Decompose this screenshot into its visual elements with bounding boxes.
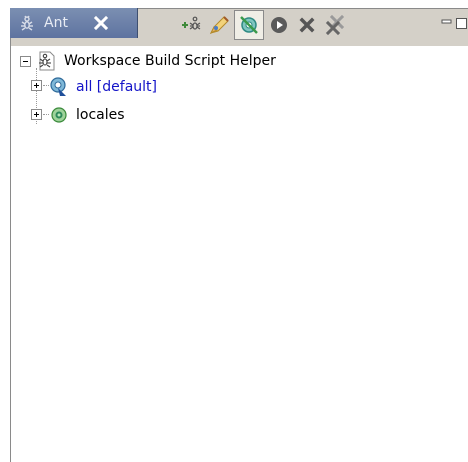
run-target-button[interactable] <box>266 12 292 38</box>
plus-icon-v <box>36 112 37 117</box>
tree-root-label[interactable]: Workspace Build Script Helper <box>64 52 276 70</box>
default-target-icon <box>48 76 70 98</box>
target-locales-expand-toggle[interactable] <box>31 109 42 120</box>
hide-internal-targets-button[interactable] <box>234 10 264 40</box>
minimize-button[interactable] <box>440 12 454 38</box>
root-collapse-toggle[interactable] <box>20 56 31 67</box>
ant-view: Ant Workspace Build Script Helper all [d… <box>0 0 468 462</box>
minus-icon <box>23 61 28 62</box>
tab-label: Ant <box>44 15 68 31</box>
target-all-label[interactable]: all [default] <box>76 78 157 96</box>
remove-all-button[interactable] <box>322 12 348 38</box>
add-buildfiles-button[interactable] <box>178 12 204 38</box>
ant-icon <box>18 14 36 32</box>
tab-ant[interactable]: Ant <box>10 8 138 38</box>
remove-button[interactable] <box>294 12 320 38</box>
maximize-button[interactable] <box>455 12 468 38</box>
target-icon <box>48 104 70 126</box>
add-buildfiles-search-button[interactable] <box>206 12 232 38</box>
target-all-expand-toggle[interactable] <box>31 80 42 91</box>
ant-buildfile-icon <box>36 50 58 72</box>
plus-icon-v <box>36 83 37 88</box>
target-locales-label[interactable]: locales <box>76 106 125 124</box>
close-icon[interactable] <box>92 14 110 32</box>
